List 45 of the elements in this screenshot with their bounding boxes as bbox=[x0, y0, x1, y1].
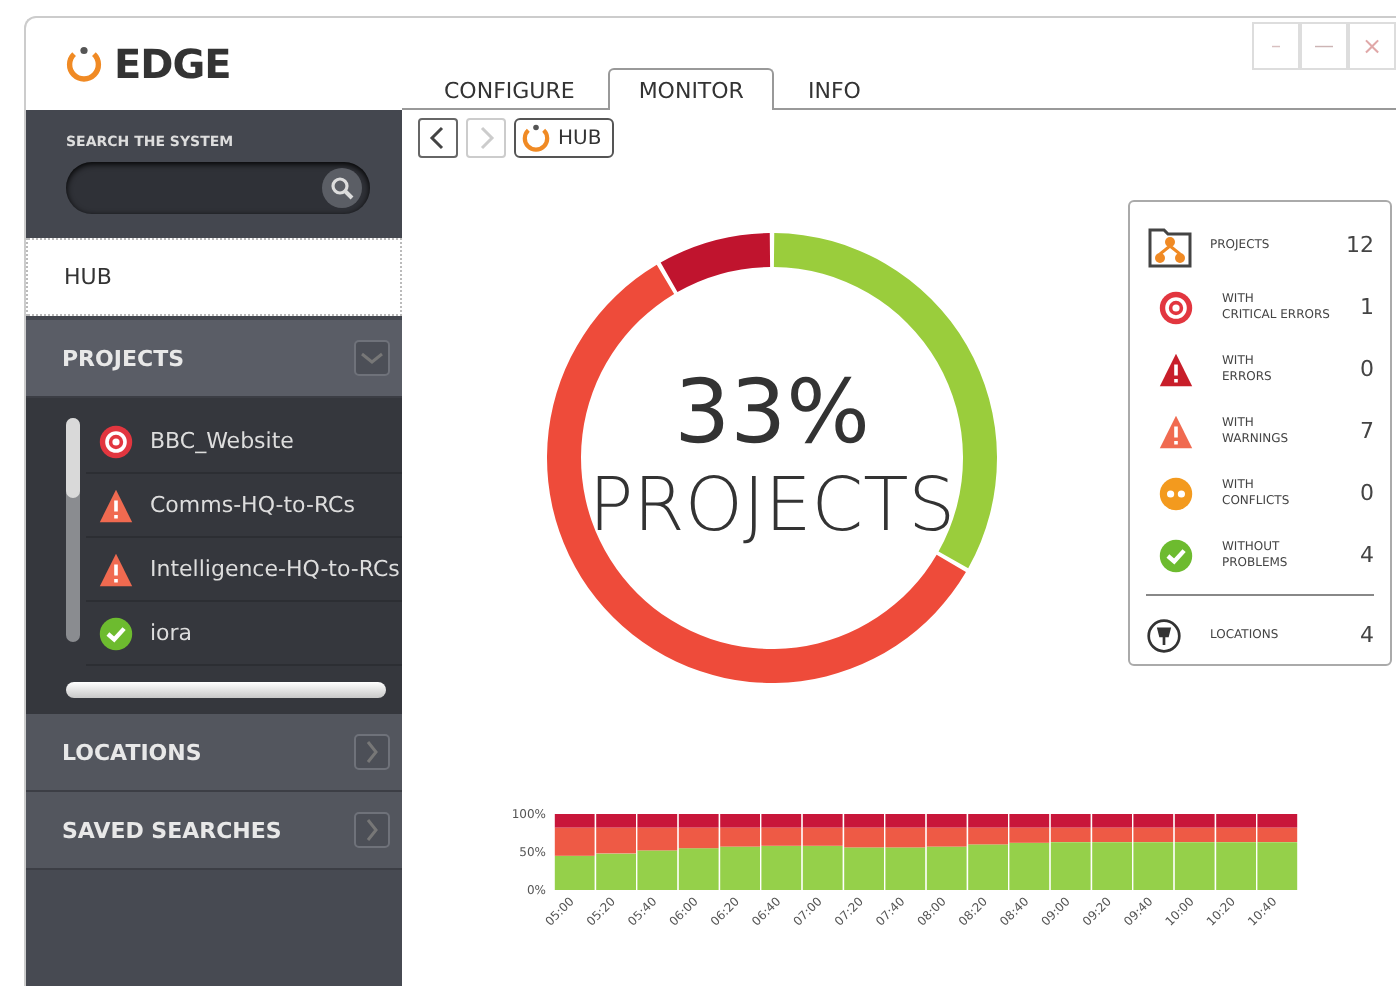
check-icon bbox=[1158, 537, 1194, 573]
project-item[interactable]: iora bbox=[86, 602, 402, 666]
check-icon bbox=[98, 615, 134, 651]
summary-count: 7 bbox=[1360, 418, 1374, 444]
expand-toggle-icon[interactable] bbox=[354, 812, 390, 848]
app-title: EDGE bbox=[114, 40, 231, 88]
project-item[interactable]: Comms-HQ-to-RCs bbox=[86, 474, 402, 538]
critical-error-icon bbox=[98, 423, 134, 459]
search-field[interactable] bbox=[66, 162, 370, 214]
warning-icon bbox=[1158, 413, 1194, 449]
percent-value: 33% bbox=[672, 362, 872, 464]
vertical-scrollbar[interactable] bbox=[66, 418, 80, 642]
tab[interactable]: CONFIGURE bbox=[414, 68, 605, 110]
donut-caption: PROJECTS bbox=[586, 462, 958, 548]
hub-item[interactable]: HUB bbox=[26, 238, 402, 316]
summary-count: 0 bbox=[1360, 480, 1374, 506]
expand-toggle-icon[interactable] bbox=[354, 734, 390, 770]
bar-segment bbox=[554, 855, 595, 890]
section-header[interactable]: PROJECTS bbox=[62, 345, 184, 371]
chevron-right-icon bbox=[476, 126, 496, 150]
summary-count: 1 bbox=[1360, 294, 1374, 320]
search-icon[interactable] bbox=[322, 168, 362, 208]
critical-error-icon bbox=[1158, 289, 1194, 325]
section-header[interactable]: SAVED SEARCHES bbox=[62, 817, 282, 843]
breadcrumb-button[interactable]: HUB bbox=[514, 118, 614, 158]
hub-icon bbox=[522, 124, 550, 152]
collapse-toggle-icon[interactable] bbox=[354, 340, 390, 376]
tab[interactable]: INFO bbox=[777, 68, 891, 110]
chevron-left-icon bbox=[428, 126, 448, 150]
warning-icon bbox=[98, 551, 134, 587]
error-icon bbox=[1158, 351, 1194, 387]
warning-icon bbox=[98, 487, 134, 523]
horizontal-scrollbar[interactable] bbox=[66, 682, 386, 698]
project-item[interactable]: Intelligence-HQ-to-RCs bbox=[86, 538, 402, 602]
conflict-icon bbox=[1158, 475, 1194, 511]
summary-count: 4 bbox=[1360, 622, 1374, 648]
section-header[interactable]: LOCATIONS bbox=[62, 739, 202, 765]
summary-count: 4 bbox=[1360, 542, 1374, 568]
logo-icon bbox=[66, 46, 102, 82]
summary-count: 12 bbox=[1346, 232, 1374, 258]
tab[interactable]: MONITOR bbox=[608, 68, 774, 110]
pin-icon bbox=[1146, 617, 1182, 653]
summary-count: 0 bbox=[1360, 356, 1374, 382]
project-item[interactable]: BBC_Website bbox=[86, 410, 402, 474]
back-button[interactable] bbox=[418, 118, 458, 158]
